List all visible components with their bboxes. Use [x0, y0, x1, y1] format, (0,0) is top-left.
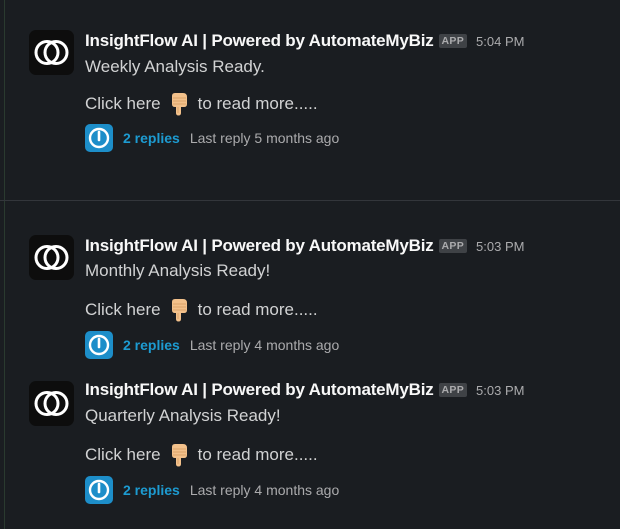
- message-header: InsightFlow AI | Powered by AutomateMyBi…: [85, 379, 524, 401]
- sender-name[interactable]: InsightFlow AI | Powered by AutomateMyBi…: [85, 31, 434, 51]
- timestamp[interactable]: 5:03 PM: [476, 383, 524, 398]
- last-reply-text: Last reply 5 months ago: [189, 130, 340, 146]
- replies-link[interactable]: 2 replies: [123, 337, 180, 353]
- app-badge: APP: [438, 34, 468, 48]
- read-more-text: to read more.....: [197, 300, 318, 319]
- last-reply-text: Last reply 4 months ago: [189, 337, 340, 353]
- message-text: Quarterly Analysis Ready!: [85, 406, 281, 425]
- message-text: Weekly Analysis Ready.: [85, 57, 265, 76]
- click-here-line: Click here to read more.....: [85, 92, 318, 116]
- app-avatar[interactable]: [29, 30, 74, 75]
- message-quarterly: InsightFlow AI | Powered by AutomateMyBi…: [0, 379, 620, 509]
- power-button-icon: [88, 334, 110, 356]
- last-reply-text: Last reply 4 months ago: [189, 482, 340, 498]
- power-button-icon: [88, 479, 110, 501]
- replies-link[interactable]: 2 replies: [123, 130, 180, 146]
- app-badge: APP: [438, 239, 468, 253]
- message-header: InsightFlow AI | Powered by AutomateMyBi…: [85, 30, 524, 52]
- hand-pointing-down-icon: [171, 444, 187, 467]
- app-avatar[interactable]: [29, 381, 74, 426]
- thread-summary[interactable]: 2 replies Last reply 5 months ago: [85, 124, 340, 152]
- message-weekly: InsightFlow AI | Powered by AutomateMyBi…: [0, 30, 620, 160]
- thread-avatar: [85, 476, 113, 504]
- interlocking-rings-logo-icon: [34, 391, 69, 416]
- interlocking-rings-logo-icon: [34, 40, 69, 65]
- sender-name[interactable]: InsightFlow AI | Powered by AutomateMyBi…: [85, 236, 434, 256]
- thread-summary[interactable]: 2 replies Last reply 4 months ago: [85, 331, 340, 359]
- message-text: Monthly Analysis Ready!: [85, 261, 271, 280]
- timestamp[interactable]: 5:04 PM: [476, 34, 524, 49]
- read-more-text: to read more.....: [197, 445, 318, 464]
- read-more-text: to read more.....: [197, 94, 318, 113]
- click-here-text: Click here: [85, 94, 161, 113]
- click-here-text: Click here: [85, 300, 161, 319]
- interlocking-rings-logo-icon: [34, 245, 69, 270]
- app-avatar[interactable]: [29, 235, 74, 280]
- power-button-icon: [88, 127, 110, 149]
- hand-pointing-down-icon: [171, 299, 187, 322]
- timestamp[interactable]: 5:03 PM: [476, 239, 524, 254]
- click-here-line: Click here to read more.....: [85, 298, 318, 322]
- day-divider: [0, 200, 620, 201]
- app-badge: APP: [438, 383, 468, 397]
- message-header: InsightFlow AI | Powered by AutomateMyBi…: [85, 235, 524, 257]
- thread-avatar: [85, 331, 113, 359]
- thread-summary[interactable]: 2 replies Last reply 4 months ago: [85, 476, 340, 504]
- click-here-line: Click here to read more.....: [85, 443, 318, 467]
- replies-link[interactable]: 2 replies: [123, 482, 180, 498]
- sender-name[interactable]: InsightFlow AI | Powered by AutomateMyBi…: [85, 380, 434, 400]
- thread-avatar: [85, 124, 113, 152]
- hand-pointing-down-icon: [171, 93, 187, 116]
- click-here-text: Click here: [85, 445, 161, 464]
- message-monthly: InsightFlow AI | Powered by AutomateMyBi…: [0, 235, 620, 365]
